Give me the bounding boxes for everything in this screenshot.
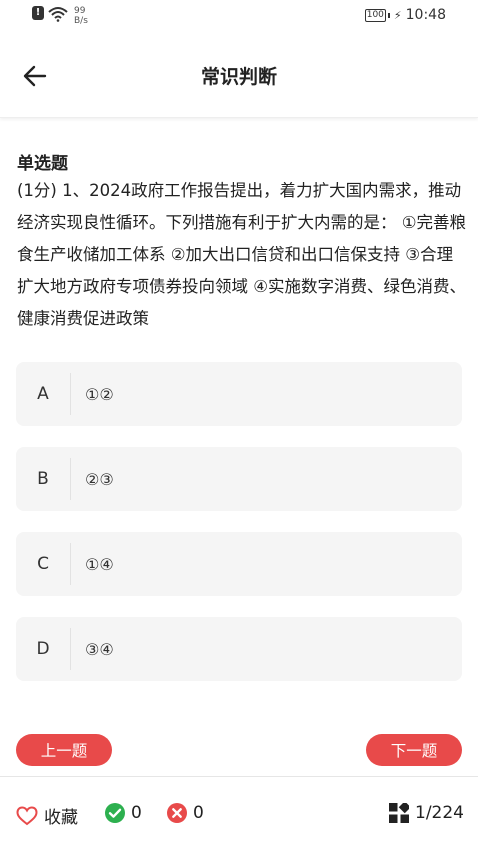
correct-count: 0: [105, 803, 142, 823]
network-speed: 99 B/s: [74, 6, 88, 26]
bottom-bar: 收藏 0 0 1/224: [0, 776, 478, 850]
option-letter: C: [37, 554, 49, 574]
heart-icon: [16, 805, 38, 825]
page-title: 常识判断: [200, 66, 277, 88]
app-header: 常识判断: [0, 32, 478, 118]
option-text: ③④: [85, 639, 114, 659]
wrong-count-value: 0: [193, 803, 204, 823]
option-d[interactable]: D ③④: [16, 617, 462, 681]
speed-unit: B/s: [74, 16, 88, 26]
battery-nub: [387, 12, 390, 18]
option-c[interactable]: C ①④: [16, 532, 462, 596]
status-right: 100 ⚡ 10:48: [364, 7, 446, 23]
alert-icon: !: [32, 6, 44, 20]
grid-icon: [389, 803, 409, 823]
option-divider: [70, 543, 71, 585]
option-a[interactable]: A ①②: [16, 362, 462, 426]
progress-value: 1/224: [415, 803, 464, 823]
speed-value: 99: [74, 6, 86, 16]
question-type: 单选题: [17, 154, 68, 174]
option-text: ①④: [85, 554, 114, 574]
option-divider: [70, 628, 71, 670]
next-question-button[interactable]: 下一题: [366, 734, 462, 766]
charging-icon: ⚡: [393, 8, 402, 22]
option-letter: D: [36, 639, 50, 659]
x-circle-icon: [167, 803, 187, 823]
wrong-count: 0: [167, 803, 204, 823]
status-bar: ! 99 B/s 100 ⚡ 10:48: [0, 0, 478, 32]
option-divider: [70, 458, 71, 500]
wifi-icon: [48, 7, 68, 22]
favorite-button[interactable]: 收藏: [16, 803, 78, 828]
favorite-label: 收藏: [44, 808, 78, 828]
option-divider: [70, 373, 71, 415]
question-text: (1分) 1、2024政府工作报告提出，着力扩大国内需求，推动经济实现良性循环。…: [17, 181, 467, 328]
check-circle-icon: [105, 803, 125, 823]
option-text: ①②: [85, 384, 114, 404]
option-letter: B: [37, 469, 49, 489]
question-progress-button[interactable]: 1/224: [389, 803, 464, 823]
option-b[interactable]: B ②③: [16, 447, 462, 511]
battery-icon: 100: [364, 8, 386, 22]
option-text: ②③: [85, 469, 114, 489]
option-letter: A: [37, 384, 49, 404]
correct-count-value: 0: [131, 803, 142, 823]
prev-question-button[interactable]: 上一题: [16, 734, 112, 766]
clock: 10:48: [405, 7, 446, 23]
status-left: ! 99 B/s: [32, 6, 88, 26]
